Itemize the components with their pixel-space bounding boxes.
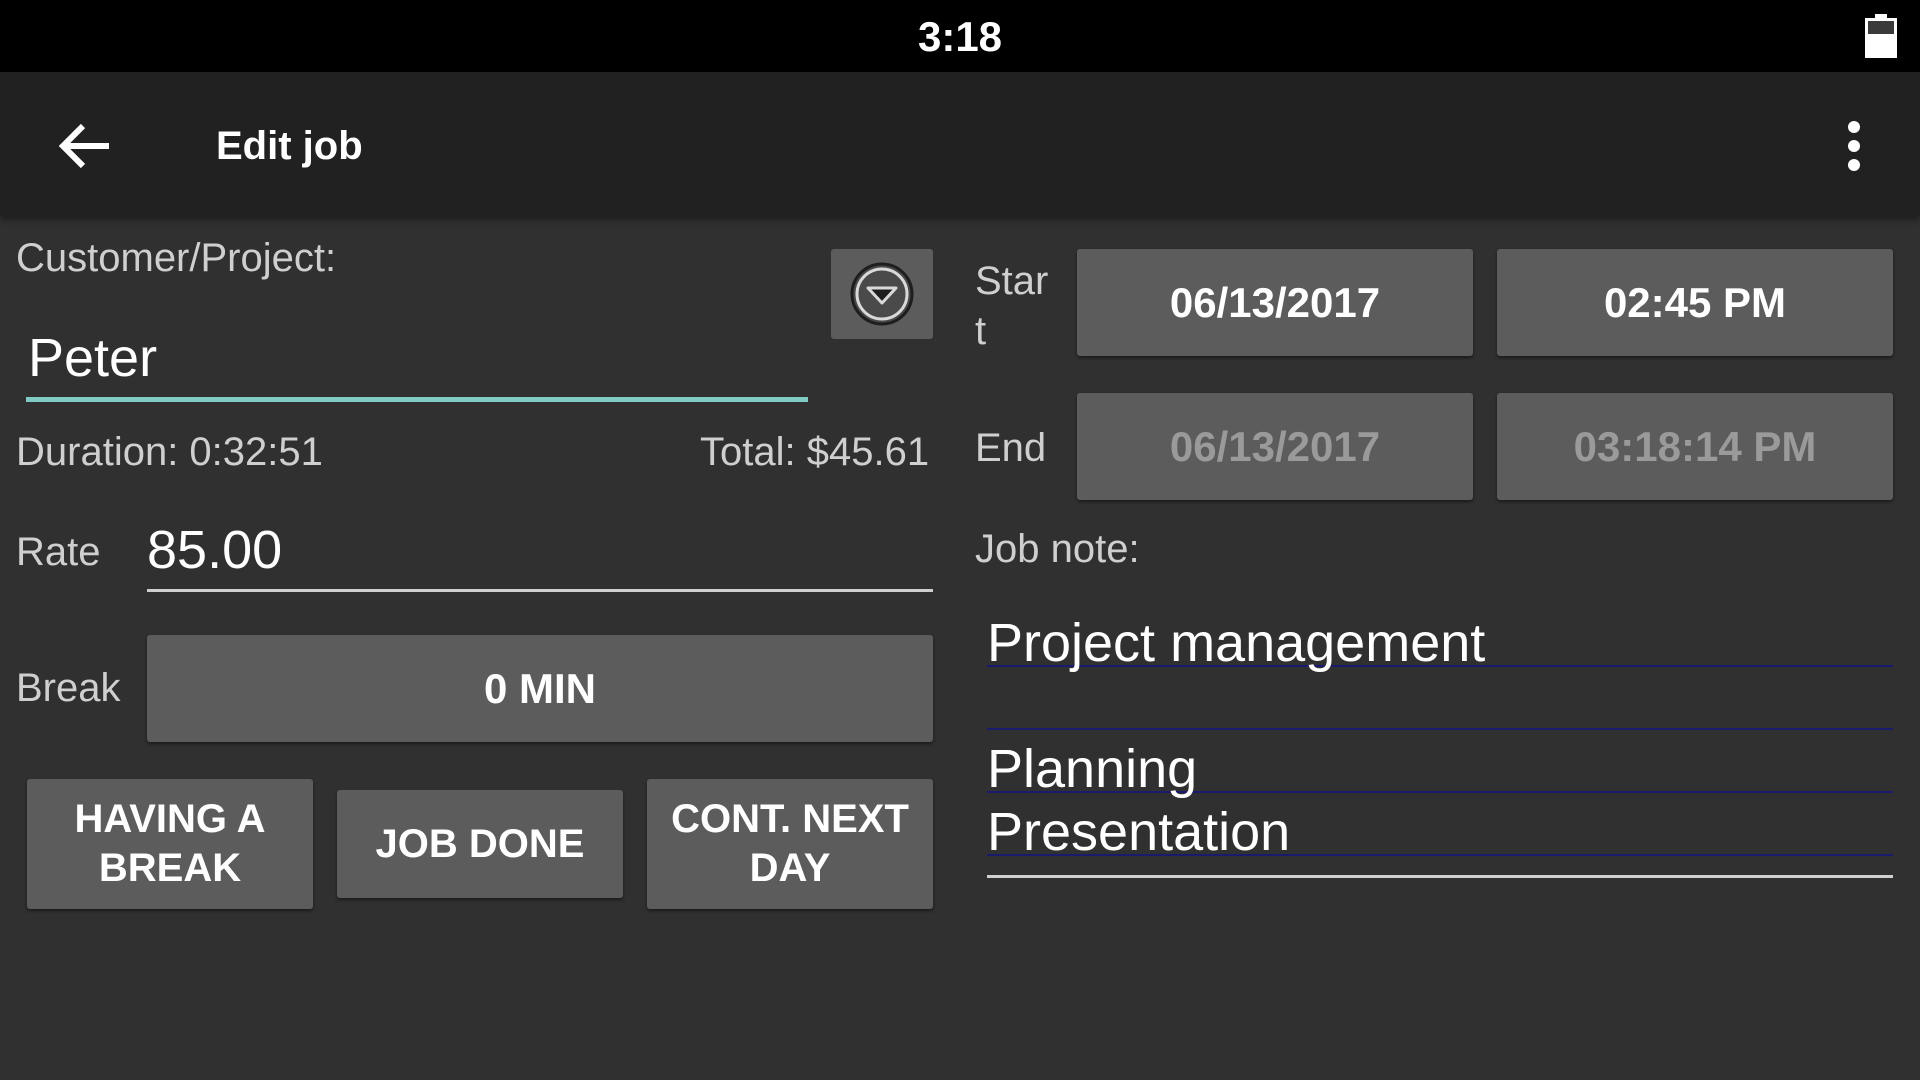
customer-input[interactable]: Peter bbox=[26, 318, 808, 402]
end-date-button: 06/13/2017 bbox=[1077, 393, 1473, 500]
break-label: Break bbox=[16, 666, 121, 710]
customer-label: Customer/Project: bbox=[16, 236, 337, 280]
cont-next-day-button[interactable]: CONT. NEXT DAY bbox=[647, 779, 933, 909]
job-note-input[interactable]: Project management Planning Presentation bbox=[987, 600, 1893, 878]
duration-text: Duration: 0:32:51 bbox=[16, 430, 323, 474]
chevron-down-circle-icon bbox=[850, 262, 914, 326]
status-bar: 3:18 bbox=[0, 0, 1920, 72]
start-label-line2: t bbox=[975, 309, 987, 353]
page-title: Edit job bbox=[216, 124, 363, 168]
total-text: Total: $45.61 bbox=[700, 430, 930, 474]
job-note-label: Job note: bbox=[975, 527, 1140, 571]
start-label-line1: Star bbox=[975, 259, 1049, 303]
job-note-text: Project management Planning Presentation bbox=[987, 613, 1486, 862]
back-arrow-icon[interactable] bbox=[48, 110, 120, 182]
end-label: End bbox=[975, 426, 1047, 470]
rate-label: Rate bbox=[16, 530, 101, 574]
start-label: Star t bbox=[975, 256, 1048, 356]
end-time-button: 03:18:14 PM bbox=[1497, 393, 1893, 500]
status-time: 3:18 bbox=[917, 13, 1003, 60]
break-duration-button[interactable]: 0 MIN bbox=[147, 635, 933, 742]
start-time-button[interactable]: 02:45 PM bbox=[1497, 249, 1893, 356]
job-done-button[interactable]: JOB DONE bbox=[337, 790, 623, 898]
customer-dropdown-button[interactable] bbox=[831, 249, 933, 339]
battery-icon bbox=[1865, 14, 1897, 58]
rate-input[interactable]: 85.00 bbox=[147, 512, 933, 592]
having-a-break-button[interactable]: HAVING A BREAK bbox=[27, 779, 313, 909]
more-vertical-icon[interactable] bbox=[1830, 110, 1878, 182]
start-date-button[interactable]: 06/13/2017 bbox=[1077, 249, 1473, 356]
